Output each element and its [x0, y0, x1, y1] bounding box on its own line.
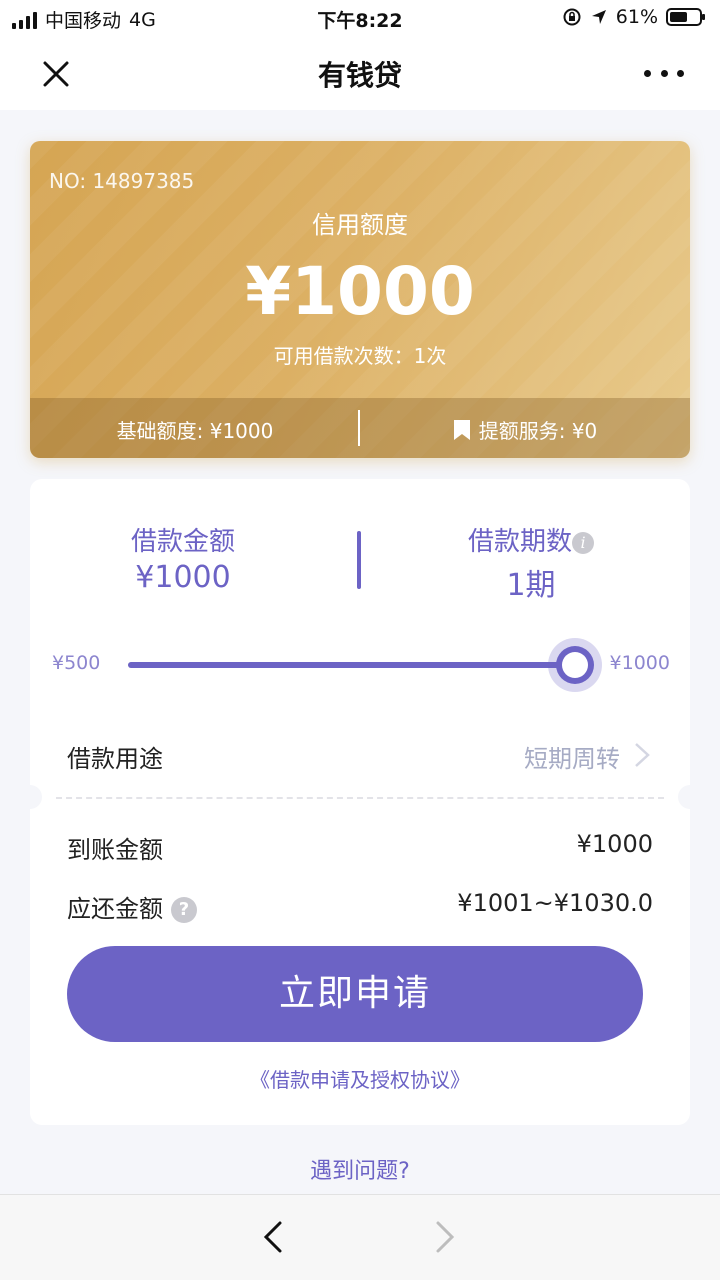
ticket-notch-right	[678, 785, 702, 809]
battery-fill	[670, 12, 688, 22]
repay-amount-row: 应还金额? ¥1001~¥1030.0	[67, 883, 653, 923]
help-link[interactable]: 遇到问题?	[0, 1153, 720, 1185]
card-number: NO: 14897385	[49, 169, 195, 193]
chevron-right-icon	[635, 743, 650, 767]
arrival-amount-row: 到账金额 ¥1000	[67, 824, 653, 864]
info-icon[interactable]: i	[572, 532, 594, 554]
loan-purpose-label: 借款用途	[67, 745, 163, 773]
dashed-divider	[56, 797, 664, 799]
ticket-notch-left	[18, 785, 42, 809]
status-bar: 中国移动 4G 下午8:22 61%	[0, 0, 720, 36]
more-icon[interactable]	[644, 58, 684, 88]
credit-card: NO: 14897385 信用额度 ¥1000 可用借款次数：1次 基础额度: …	[30, 141, 690, 458]
card-footer: 基础额度: ¥1000 提额服务: ¥0	[30, 398, 690, 458]
agreement-link[interactable]: 《借款申请及授权协议》	[30, 1064, 690, 1093]
loan-panel: 借款金额 ¥1000 借款期数 i 1期 ¥500 ¥1000 借款用途 短期周转…	[18, 479, 702, 1125]
forward-arrow-icon[interactable]	[430, 1217, 460, 1257]
status-right: 61%	[562, 6, 705, 28]
boost-service-label: 提额服务: ¥0	[478, 419, 598, 443]
slider-fill	[128, 662, 574, 668]
arrival-amount-label: 到账金额	[67, 836, 163, 864]
location-arrow-icon	[591, 10, 606, 24]
battery-percent: 61%	[615, 6, 658, 28]
loan-purpose-row[interactable]: 借款用途 短期周转	[30, 727, 690, 783]
loan-amount-value: ¥1000	[135, 560, 231, 595]
loan-term-value: 1期	[506, 568, 556, 603]
amount-slider[interactable]	[128, 662, 574, 668]
battery-icon	[666, 8, 705, 26]
help-icon[interactable]: ?	[171, 897, 197, 923]
credit-limit-label: 信用额度	[312, 211, 408, 239]
loan-amount-title: 借款金额	[130, 527, 235, 557]
repay-amount-value: ¥1001~¥1030.0	[457, 889, 653, 917]
repay-amount-label: 应还金额	[67, 895, 163, 923]
slider-max-label: ¥1000	[609, 652, 670, 674]
nav-bar: 有钱贷	[0, 36, 720, 110]
page-title: 有钱贷	[317, 59, 402, 92]
orientation-lock-icon	[563, 8, 581, 26]
loan-term-block[interactable]: 借款期数 i 1期	[360, 521, 690, 604]
back-arrow-icon[interactable]	[258, 1217, 288, 1257]
base-quota: 基础额度: ¥1000	[116, 419, 274, 443]
loan-count: 可用借款次数：1次	[273, 344, 447, 368]
slider-min-label: ¥500	[52, 652, 101, 674]
slider-thumb[interactable]	[548, 638, 602, 692]
arrival-amount-value: ¥1000	[576, 830, 653, 858]
loan-term-title-row: 借款期数 i	[372, 521, 690, 558]
loan-amount-block: 借款金额 ¥1000	[30, 521, 360, 595]
bookmark-icon	[453, 419, 470, 440]
loan-term-title: 借款期数	[467, 527, 572, 557]
bottom-nav-bar	[0, 1194, 720, 1280]
loan-purpose-value: 短期周转	[524, 745, 620, 773]
repay-amount-label-group: 应还金额?	[67, 889, 197, 924]
credit-limit-amount: ¥1000	[245, 253, 475, 330]
boost-service[interactable]: 提额服务: ¥0	[360, 415, 690, 444]
apply-button[interactable]: 立即申请	[67, 946, 643, 1042]
